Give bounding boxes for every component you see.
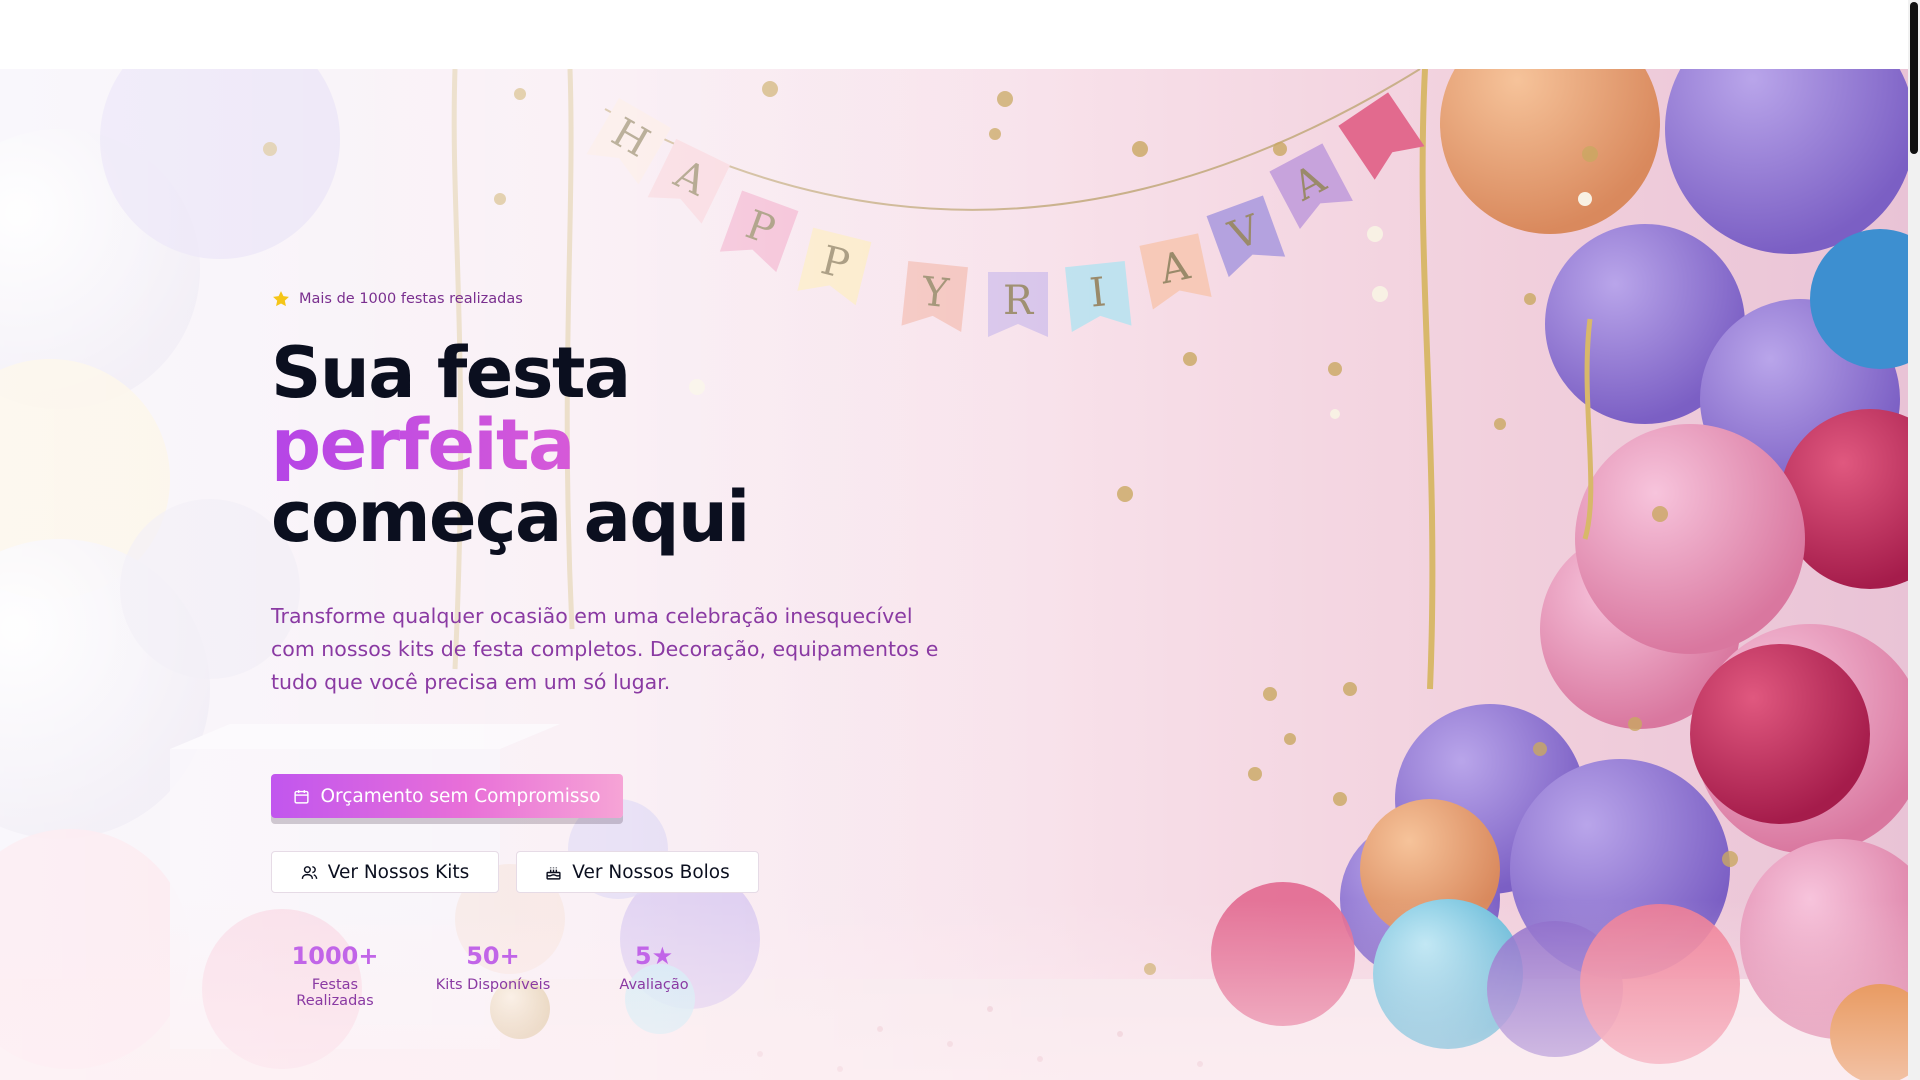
stat-value: 1000+ bbox=[291, 942, 379, 970]
users-icon bbox=[301, 865, 318, 879]
stat-label: Avaliação bbox=[619, 977, 689, 993]
view-kits-label: Ver Nossos Kits bbox=[327, 861, 470, 883]
stat-label: Kits Disponíveis bbox=[435, 977, 551, 993]
scrollbar-thumb[interactable] bbox=[1910, 2, 1918, 154]
hero-badge: Mais de 1000 festas realizadas bbox=[271, 289, 991, 309]
hero-content: Mais de 1000 festas realizadas Sua festa… bbox=[271, 289, 991, 1009]
view-cakes-button[interactable]: Ver Nossos Bolos bbox=[516, 851, 759, 893]
stat-value: 50+ bbox=[466, 942, 520, 970]
hero-headline: Sua festa perfeita começa aqui bbox=[271, 337, 991, 553]
view-cakes-label: Ver Nossos Bolos bbox=[572, 861, 730, 883]
hero-description: Transforme qualquer ocasião em uma celeb… bbox=[271, 603, 939, 694]
stat-value: 5★ bbox=[634, 942, 674, 970]
stat-rating: 5★ Avaliação bbox=[587, 941, 721, 1009]
stat-label: Festas Realizadas bbox=[296, 977, 374, 1009]
stat-kits: 50+ Kits Disponíveis bbox=[399, 941, 587, 1009]
top-navbar bbox=[0, 0, 1908, 69]
secondary-buttons: Ver Nossos Kits Ver Nossos Bolos bbox=[271, 851, 759, 893]
headline-line-1: Sua festa bbox=[271, 332, 631, 414]
hero-stats: 1000+ Festas Realizadas 50+ Kits Disponí… bbox=[271, 941, 721, 1009]
page-scrollbar[interactable] bbox=[1908, 0, 1920, 1080]
hero-section: H A P P Y R I A V A bbox=[0, 69, 1908, 1080]
stat-parties: 1000+ Festas Realizadas bbox=[271, 941, 399, 1009]
calendar-icon bbox=[294, 789, 310, 804]
quote-button[interactable]: Orçamento sem Compromisso bbox=[271, 774, 623, 818]
hero-badge-text: Mais de 1000 festas realizadas bbox=[299, 291, 523, 307]
cake-icon bbox=[546, 867, 561, 880]
view-kits-button[interactable]: Ver Nossos Kits bbox=[271, 851, 499, 893]
headline-line-3: começa aqui bbox=[271, 476, 750, 558]
headline-accent-word: perfeita bbox=[271, 409, 991, 481]
quote-button-label: Orçamento sem Compromisso bbox=[320, 785, 601, 807]
star-icon bbox=[273, 291, 289, 307]
